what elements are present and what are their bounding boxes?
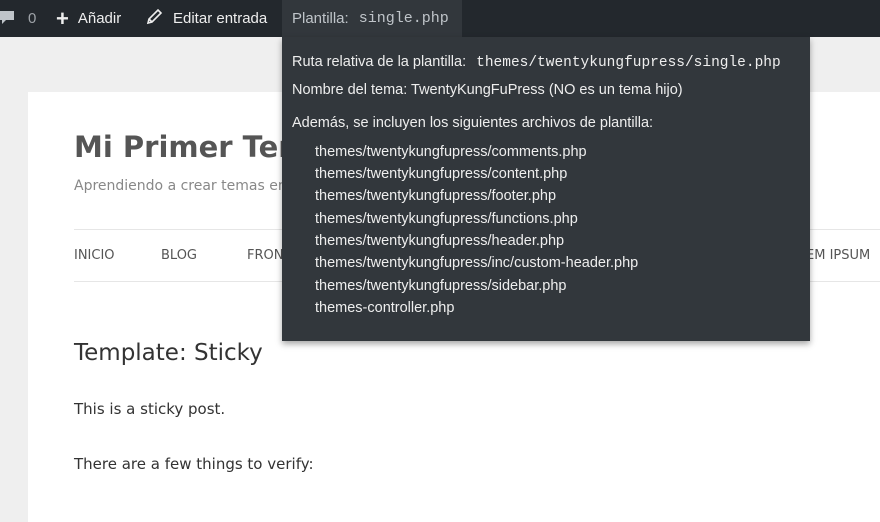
post-paragraph: There are a few things to verify:: [74, 455, 314, 473]
comments-menu[interactable]: 0: [0, 0, 36, 37]
comments-count: 0: [28, 10, 37, 27]
template-dropdown: Ruta relativa de la plantilla: themes/tw…: [282, 37, 810, 341]
relative-path-row: Ruta relativa de la plantilla: themes/tw…: [292, 54, 781, 71]
included-file: themes/twentykungfupress/content.php: [315, 166, 568, 182]
theme-name-line: Nombre del tema: TwentyKungFuPress (NO e…: [292, 82, 683, 98]
included-file: themes-controller.php: [315, 300, 455, 316]
included-files-label: Además, se incluyen los siguientes archi…: [292, 115, 654, 131]
included-file: themes/twentykungfupress/comments.php: [315, 144, 587, 160]
relative-path-label: Ruta relativa de la plantilla:: [292, 54, 467, 70]
nav-item-lorem-ipsum[interactable]: EM IPSUM: [806, 248, 870, 263]
edit-post-link[interactable]: Editar entrada: [146, 0, 267, 37]
admin-bar: 0 + Añadir Editar entrada Plantilla: sin…: [0, 0, 880, 37]
nav-item-blog[interactable]: BLOG: [161, 248, 197, 263]
add-new-label: Añadir: [77, 10, 122, 27]
template-file: single.php: [358, 10, 449, 27]
nav-item-inicio[interactable]: INICIO: [74, 248, 115, 263]
comment-icon: [0, 9, 16, 29]
post-title: Template: Sticky: [74, 340, 263, 366]
nav-item-front[interactable]: FRON: [247, 248, 283, 263]
included-file: themes/twentykungfupress/inc/custom-head…: [315, 255, 639, 271]
edit-post-label: Editar entrada: [173, 10, 268, 27]
relative-path-value: themes/twentykungfupress/single.php: [476, 55, 781, 71]
plus-icon: +: [56, 5, 69, 31]
included-file: themes/twentykungfupress/header.php: [315, 233, 565, 249]
site-description: Aprendiendo a crear temas en: [74, 178, 287, 194]
site-title[interactable]: Mi Primer Tem: [74, 130, 309, 164]
post-paragraph: This is a sticky post.: [74, 400, 226, 418]
add-new-menu[interactable]: + Añadir: [56, 0, 121, 37]
template-menu[interactable]: Plantilla: single.php: [282, 0, 462, 37]
included-file: themes/twentykungfupress/footer.php: [315, 188, 557, 204]
template-label: Plantilla:: [292, 10, 349, 27]
included-file: themes/twentykungfupress/functions.php: [315, 211, 578, 227]
pencil-icon: [146, 8, 173, 29]
included-file: themes/twentykungfupress/sidebar.php: [315, 278, 567, 294]
